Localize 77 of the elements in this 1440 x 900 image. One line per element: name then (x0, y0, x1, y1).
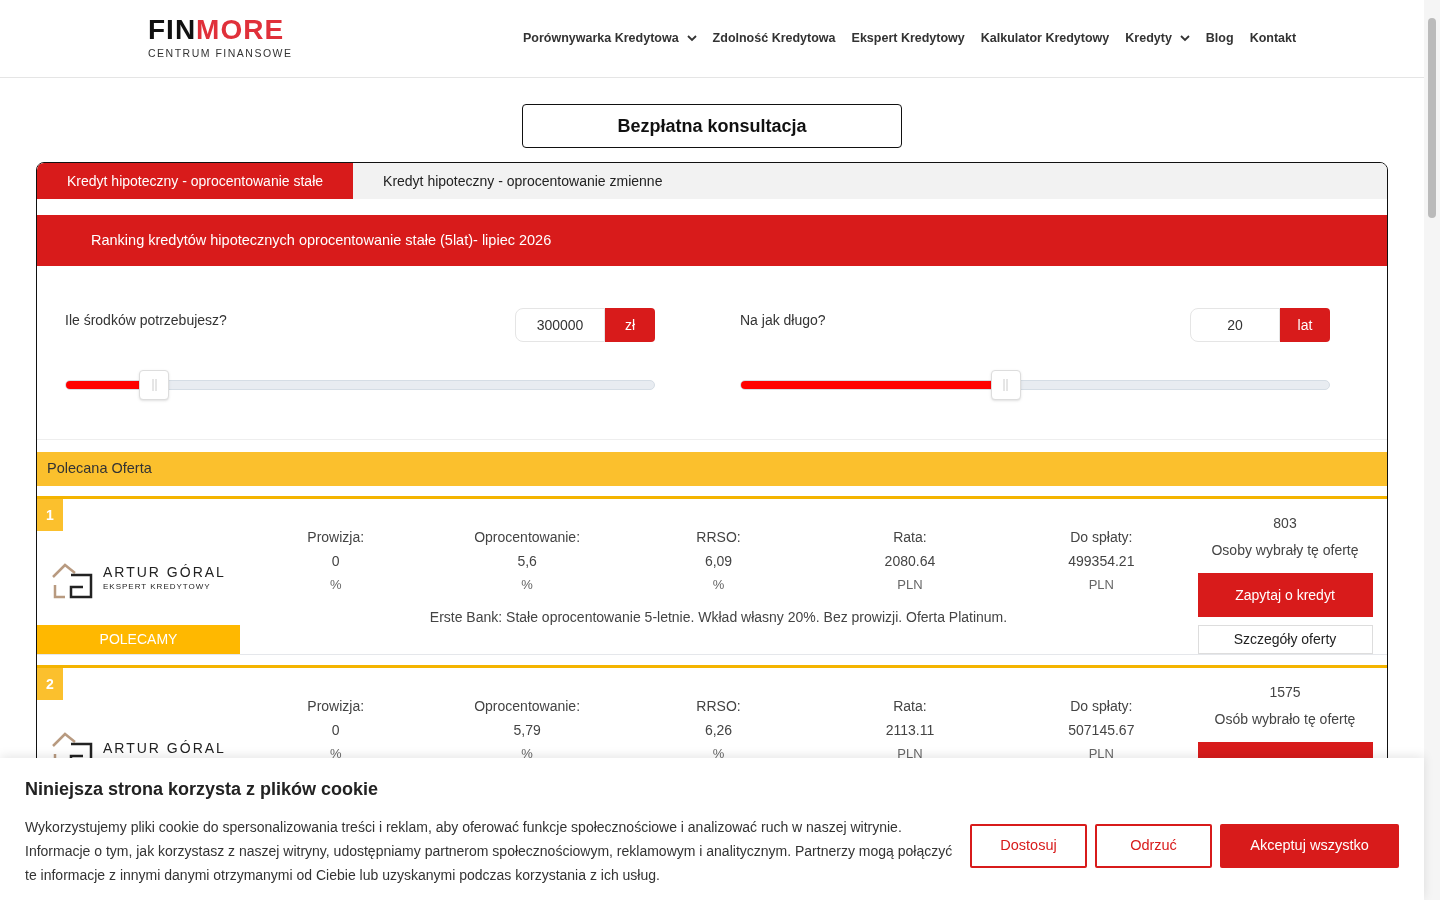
choice-label: Osób wybrało tę ofertę (1214, 710, 1356, 729)
cookie-button[interactable]: Odrzuć (1095, 824, 1212, 868)
cookie-text: Wykorzystujemy pliki cookie do spersonalizowania treści i reklam, aby oferować funkcje społecznościowe i analizować ruch w naszej witrynie. Informacje o tym, jak korzystasz z naszej witryny, udostępniamy partnerom społecznościowym, reklamowym i analitycznym. Partnerzy mogą połączyć te informacje z innymi danymi otrzymanymi od Ciebie lub uzyskanymi podczas korzystania z ich usług. (25, 818, 954, 885)
stat-unit: % (712, 745, 725, 763)
scrollbar[interactable] (1424, 0, 1440, 900)
rank-badge: 1 (37, 499, 63, 531)
unit-label: zł (605, 308, 655, 342)
stat-value: 5,6 (517, 552, 537, 571)
chevron-down-icon (1179, 35, 1190, 42)
stat-label: RRSO: (696, 528, 741, 547)
details-button[interactable]: Szczegóły oferty (1197, 625, 1373, 654)
question-label: Na jak długo? (740, 311, 826, 330)
stat-unit: % (521, 745, 533, 763)
stat-value: 2080.64 (884, 552, 936, 571)
stat-value: 6,09 (704, 552, 733, 571)
slider[interactable] (65, 369, 655, 401)
stat-unit: PLN (1088, 745, 1114, 763)
nav-link[interactable]: Ekspert Kredytowy (851, 29, 965, 48)
nav-link[interactable]: Kontakt (1249, 29, 1297, 48)
cookie-button[interactable]: Dostosuj (970, 824, 1087, 868)
cookie-title: Niniejsza strona korzysta z plików cookie (25, 778, 380, 801)
brand-name: ARTUR GÓRAL (103, 565, 226, 579)
offer-description: Erste Bank: Stałe oprocentowanie 5-letnie. Wkład własny 20%. Bez prowizji. Oferta Platinum. (428, 608, 1009, 627)
amount-field[interactable]: 20 (1190, 308, 1280, 342)
stat-value: 499354.21 (1068, 552, 1135, 571)
slider-handle[interactable] (990, 370, 1021, 400)
slider[interactable] (740, 369, 1330, 401)
choice-count: 803 (1273, 514, 1297, 533)
grip-icon (151, 379, 157, 391)
nav-link[interactable]: Kalkulator Kredytowy (980, 29, 1110, 48)
logo-wordmark: FINMORE (148, 15, 286, 44)
stat-unit: % (329, 576, 342, 594)
stat-value: 6,26 (704, 721, 733, 740)
question-label: Ile środków potrzebujesz? (65, 311, 227, 330)
rank-badge: 2 (37, 668, 63, 700)
stat-unit: PLN (897, 576, 923, 594)
logo[interactable]: FINMORE CENTRUM FINANSOWE (148, 15, 408, 62)
nav-link[interactable]: Zdolność Kredytowa (712, 29, 836, 48)
stat-label: Oprocentowanie: (474, 528, 581, 547)
nav-link[interactable]: Kredyty (1125, 29, 1190, 48)
logo-tagline: CENTRUM FINANSOWE (148, 45, 294, 61)
stat-label: Prowizja: (307, 528, 365, 547)
stat-value: 5,79 (513, 721, 541, 740)
stat-label: Do spłaty: (1070, 528, 1133, 547)
brand-tagline: EKSPERT KREDYTOWY (103, 581, 212, 593)
unit-label: lat (1280, 308, 1330, 342)
consultation-button[interactable]: Bezpłatna konsultacja (522, 104, 902, 148)
stat-label: Prowizja: (307, 697, 365, 716)
recommended-badge: POLECAMY (37, 625, 240, 654)
choice-count: 1575 (1269, 683, 1301, 702)
stat-label: Do spłaty: (1070, 697, 1133, 716)
stat-label: Oprocentowanie: (474, 697, 581, 716)
stat-value: 2113.11 (885, 721, 935, 740)
tab[interactable]: Kredyt hipoteczny - oprocentowanie stałe (37, 163, 354, 199)
stat-unit: % (329, 745, 342, 763)
stat-unit: % (712, 576, 725, 594)
featured-label: Polecana Oferta (37, 452, 1387, 486)
stat-unit: PLN (1088, 576, 1114, 594)
brand-name: ARTUR GÓRAL (103, 741, 226, 755)
stat-unit: PLN (897, 745, 923, 763)
stat-value: 0 (331, 721, 340, 740)
chevron-down-icon (686, 35, 697, 42)
stat-value: 507145.67 (1068, 721, 1135, 740)
choice-label: Osoby wybrały tę ofertę (1211, 541, 1359, 560)
slider-handle[interactable] (139, 370, 170, 400)
cookie-button[interactable]: Akceptuj wszystko (1220, 824, 1399, 868)
grip-icon (1003, 379, 1009, 391)
stat-value: 0 (331, 552, 340, 571)
ranking-title: Ranking kredytów hipotecznych oprocentowanie stałe (5lat)- lipiec 2026 (37, 215, 1387, 266)
stat-unit: % (521, 576, 533, 594)
nav-link[interactable]: Porównywarka Kredytowa (523, 29, 697, 48)
stat-label: Rata: (893, 528, 927, 547)
ask-button[interactable]: Zapytaj o kredyt (1197, 573, 1373, 617)
stat-label: Rata: (893, 697, 927, 716)
stat-label: RRSO: (696, 697, 741, 716)
amount-field[interactable]: 300000 (515, 308, 605, 342)
nav-link[interactable]: Blog (1205, 29, 1234, 48)
